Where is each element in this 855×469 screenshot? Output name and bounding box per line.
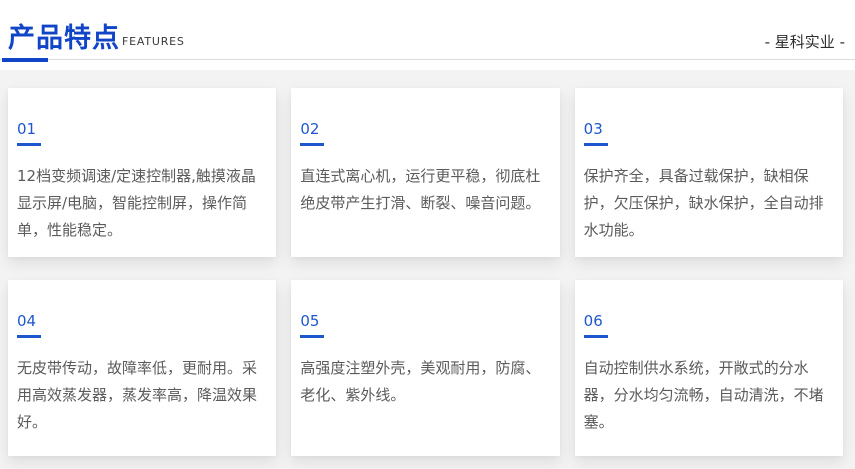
feature-number: 03 xyxy=(584,120,834,138)
feature-text: 无皮带传动，故障率低，更耐用。采用高效蒸发器，蒸发率高，降温效果好。 xyxy=(17,355,267,436)
title-accent-underline xyxy=(2,58,48,62)
feature-number-underline xyxy=(300,143,324,146)
page-title: 产品特点 xyxy=(8,16,120,55)
feature-number: 01 xyxy=(17,120,267,138)
page-subtitle: FEATURES xyxy=(122,35,185,48)
feature-card-06: 06 自动控制供水系统，开敞式的分水器，分水均匀流畅，自动清洗，不堵塞。 xyxy=(575,280,843,456)
feature-number: 05 xyxy=(300,312,550,330)
section-header: 产品特点 FEATURES - 星科实业 - xyxy=(0,0,855,60)
feature-text: 12档变频调速/定速控制器,触摸液晶显示屏/电脑，智能控制屏，操作简单，性能稳定… xyxy=(17,163,267,244)
feature-text: 高强度注塑外壳，美观耐用，防腐、老化、紫外线。 xyxy=(300,355,550,409)
feature-card-01: 01 12档变频调速/定速控制器,触摸液晶显示屏/电脑，智能控制屏，操作简单，性… xyxy=(8,88,276,257)
feature-card-02: 02 直连式离心机，运行更平稳，彻底杜绝皮带产生打滑、断裂、噪音问题。 xyxy=(291,88,559,257)
brand-label: - 星科实业 - xyxy=(765,31,845,52)
feature-card-03: 03 保护齐全，具备过载保护，缺相保护，欠压保护，缺水保护，全自动排水功能。 xyxy=(575,88,843,257)
feature-number-underline xyxy=(17,143,41,146)
page: 产品特点 FEATURES - 星科实业 - 01 12档变频调速/定速控制器,… xyxy=(0,0,855,469)
feature-number-underline xyxy=(300,335,324,338)
feature-card-04: 04 无皮带传动，故障率低，更耐用。采用高效蒸发器，蒸发率高，降温效果好。 xyxy=(8,280,276,456)
features-section: 01 12档变频调速/定速控制器,触摸液晶显示屏/电脑，智能控制屏，操作简单，性… xyxy=(0,70,855,469)
feature-text: 直连式离心机，运行更平稳，彻底杜绝皮带产生打滑、断裂、噪音问题。 xyxy=(300,163,550,217)
feature-number: 04 xyxy=(17,312,267,330)
feature-number: 02 xyxy=(300,120,550,138)
feature-number: 06 xyxy=(584,312,834,330)
feature-number-underline xyxy=(584,335,608,338)
feature-text: 自动控制供水系统，开敞式的分水器，分水均匀流畅，自动清洗，不堵塞。 xyxy=(584,355,834,436)
feature-number-underline xyxy=(584,143,608,146)
header-divider xyxy=(0,59,855,60)
feature-text: 保护齐全，具备过载保护，缺相保护，欠压保护，缺水保护，全自动排水功能。 xyxy=(584,163,834,244)
feature-card-05: 05 高强度注塑外壳，美观耐用，防腐、老化、紫外线。 xyxy=(291,280,559,456)
feature-number-underline xyxy=(17,335,41,338)
features-grid: 01 12档变频调速/定速控制器,触摸液晶显示屏/电脑，智能控制屏，操作简单，性… xyxy=(8,88,843,456)
